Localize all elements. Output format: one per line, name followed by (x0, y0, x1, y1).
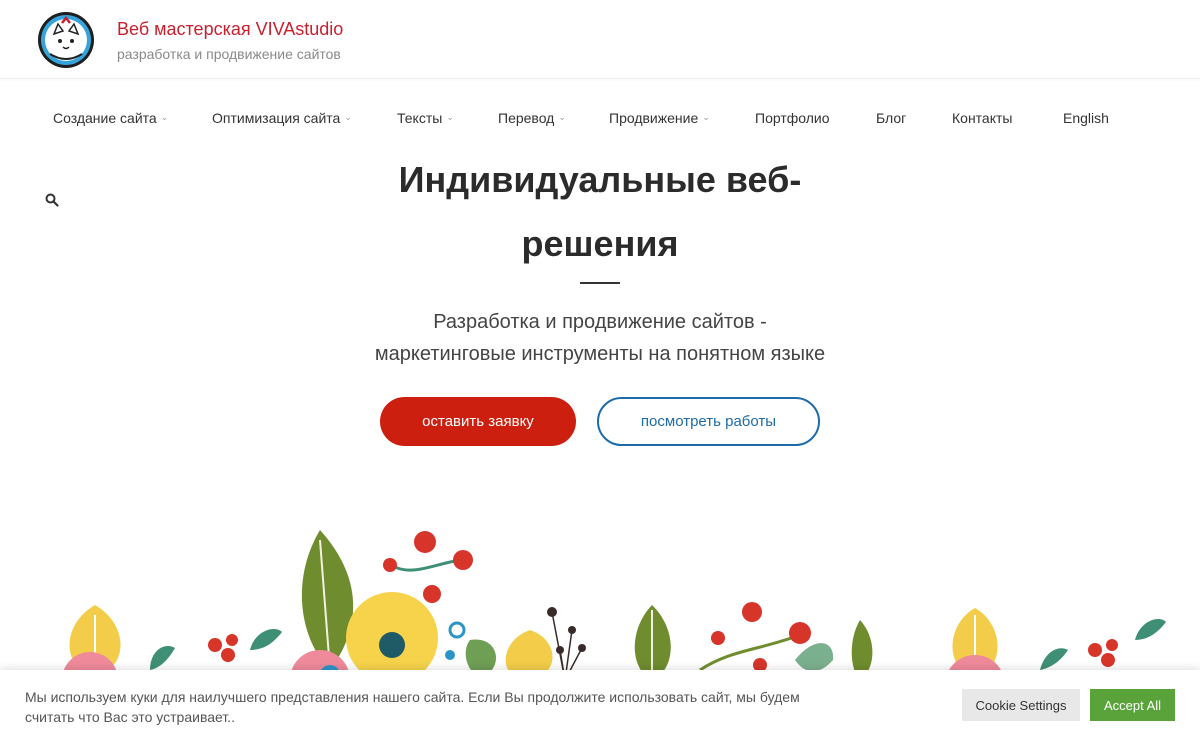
nav-item-optimization[interactable]: Оптимизация сайта ⌄ (212, 110, 352, 126)
floral-decoration (62, 530, 1166, 680)
chevron-down-icon: ⌄ (558, 111, 566, 122)
submit-request-button[interactable]: оставить заявку (380, 397, 576, 446)
nav-item-label: Портфолио (755, 110, 830, 126)
nav-item-translation[interactable]: Перевод ⌄ (498, 110, 566, 126)
nav-item-texts[interactable]: Тексты ⌄ (397, 110, 454, 126)
nav-item-site-creation[interactable]: Создание сайта ⌄ (53, 110, 168, 126)
site-header: Веб мастерская VIVAstudio разработка и п… (0, 0, 1200, 79)
nav-item-promotion[interactable]: Продвижение ⌄ (609, 110, 710, 126)
nav-item-label: English (1063, 110, 1109, 126)
nav-item-english[interactable]: English (1063, 110, 1109, 126)
nav-item-label: Продвижение (609, 110, 699, 126)
hero-subtitle: Разработка и продвижение сайтов - маркет… (300, 306, 900, 370)
hero-subtitle-line-2: маркетинговые инструменты на понятном яз… (374, 343, 826, 365)
accept-all-button[interactable]: Accept All (1090, 689, 1175, 721)
view-works-button[interactable]: посмотреть работы (597, 397, 820, 446)
hero-title-line-2: решения (521, 223, 679, 264)
chevron-down-icon: ⌄ (344, 111, 352, 122)
nav-item-label: Контакты (952, 110, 1013, 126)
site-tagline: разработка и продвижение сайтов (117, 46, 341, 62)
hero-title-line-1: Индивидуальные веб- (398, 159, 802, 200)
main-navigation: Создание сайта ⌄ Оптимизация сайта ⌄ Тек… (0, 110, 1200, 132)
cat-logo-icon[interactable] (36, 10, 96, 70)
hero-divider (580, 282, 620, 284)
nav-item-label: Блог (876, 110, 907, 126)
search-icon[interactable] (44, 192, 60, 208)
nav-item-label: Тексты (397, 110, 443, 126)
nav-item-portfolio[interactable]: Портфолио (755, 110, 830, 126)
cookie-consent-bar: Мы используем куки для наилучшего предст… (0, 670, 1200, 740)
cookie-message: Мы используем куки для наилучшего предст… (25, 689, 800, 725)
nav-item-label: Оптимизация сайта (212, 110, 341, 126)
nav-item-label: Перевод (498, 110, 555, 126)
hero-subtitle-line-1: Разработка и продвижение сайтов - (433, 311, 767, 333)
nav-item-contacts[interactable]: Контакты (952, 110, 1012, 126)
chevron-down-icon: ⌄ (160, 111, 169, 122)
nav-item-blog[interactable]: Блог (876, 110, 906, 126)
chevron-down-icon: ⌄ (702, 111, 710, 122)
chevron-down-icon: ⌄ (446, 111, 454, 122)
cookie-settings-button[interactable]: Cookie Settings (962, 689, 1080, 721)
hero-title: Индивидуальные веб- решения (350, 148, 850, 276)
site-title[interactable]: Веб мастерская VIVAstudio (117, 19, 343, 40)
nav-item-label: Создание сайта (53, 110, 157, 126)
